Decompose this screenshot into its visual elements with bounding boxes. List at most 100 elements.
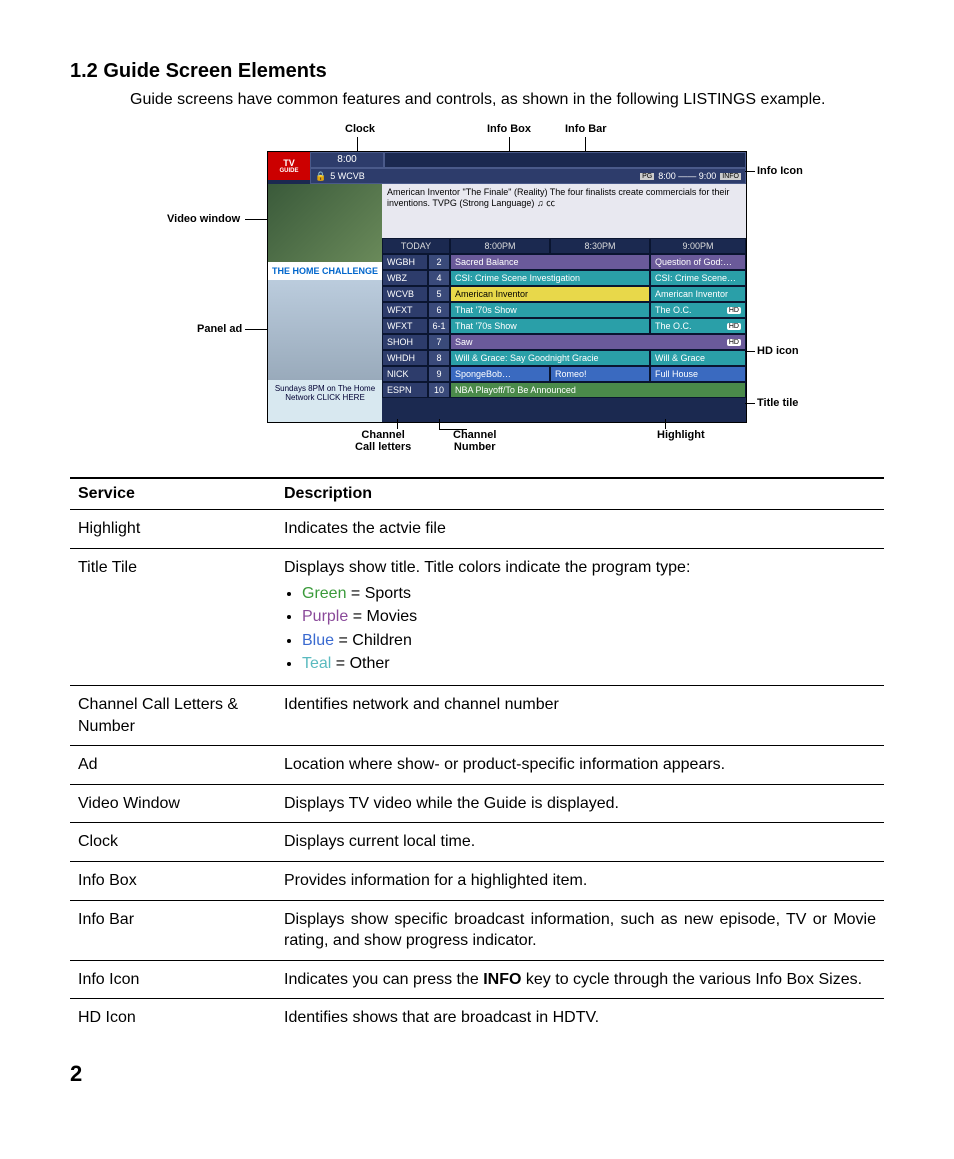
callout-infobox: Info Box bbox=[487, 123, 531, 135]
service-name: HD Icon bbox=[70, 999, 276, 1037]
grid-header-cell: 8:30PM bbox=[550, 238, 650, 254]
service-description: Displays show title. Title colors indica… bbox=[276, 548, 884, 685]
listing-row: SHOH7Saw bbox=[382, 334, 746, 350]
grid-header-cell: 8:00PM bbox=[450, 238, 550, 254]
service-row: Info IconIndicates you can press the INF… bbox=[70, 960, 884, 999]
info-icon: INFO bbox=[720, 173, 741, 180]
channel-number: 4 bbox=[428, 270, 450, 286]
page-number: 2 bbox=[70, 1061, 884, 1087]
title-tile: That '70s Show bbox=[450, 302, 650, 318]
th-description: Description bbox=[276, 478, 884, 510]
callout-titletile: Title tile bbox=[757, 397, 798, 409]
tvguide-logo: TVGUIDE bbox=[268, 152, 310, 180]
channel-number: 7 bbox=[428, 334, 450, 350]
grid-header-cell: 9:00PM bbox=[650, 238, 746, 254]
service-description: Indicates the actvie file bbox=[276, 510, 884, 549]
service-row: ClockDisplays current local time. bbox=[70, 823, 884, 862]
video-window bbox=[268, 184, 382, 262]
channel-number: 6 bbox=[428, 302, 450, 318]
title-tile: Will & Grace: Say Goodnight Gracie bbox=[450, 350, 650, 366]
listing-row: ESPN10NBA Playoff/To Be Announced bbox=[382, 382, 746, 398]
tv-guide-box: TVGUIDE 8:00 🔒 5 WCVB PG 8:00 —— 9:00 IN… bbox=[267, 151, 747, 423]
panel-ad: THE HOME CHALLENGE Sundays 8PM on The Ho… bbox=[268, 262, 382, 422]
service-name: Highlight bbox=[70, 510, 276, 549]
callout-infoicon: Info Icon bbox=[757, 165, 803, 177]
service-name: Video Window bbox=[70, 784, 276, 823]
service-row: Info BarDisplays show specific broadcast… bbox=[70, 900, 884, 960]
service-description: Location where show- or product-specific… bbox=[276, 746, 884, 785]
channel-call-letters: WCVB bbox=[382, 286, 428, 302]
listing-row: WFXT6That '70s ShowThe O.C. bbox=[382, 302, 746, 318]
title-tile: American Inventor bbox=[650, 286, 746, 302]
intro-paragraph: Guide screens have common features and c… bbox=[130, 89, 884, 111]
service-description: Provides information for a highlighted i… bbox=[276, 861, 884, 900]
service-name: Title Tile bbox=[70, 548, 276, 685]
service-name: Info Box bbox=[70, 861, 276, 900]
service-description: Indicates you can press the INFO key to … bbox=[276, 960, 884, 999]
callout-infobar: Info Bar bbox=[565, 123, 607, 135]
title-tile: Question of God:… bbox=[650, 254, 746, 270]
title-tile: CSI: Crime Scene… bbox=[650, 270, 746, 286]
channel-number: 10 bbox=[428, 382, 450, 398]
channel-call-letters: WFXT bbox=[382, 302, 428, 318]
service-description: Identifies network and channel number bbox=[276, 685, 884, 745]
service-name: Clock bbox=[70, 823, 276, 862]
service-row: HighlightIndicates the actvie file bbox=[70, 510, 884, 549]
callout-channelnumber: Channel Number bbox=[453, 429, 496, 453]
service-row: Info BoxProvides information for a highl… bbox=[70, 861, 884, 900]
service-row: Channel Call Letters & NumberIdentifies … bbox=[70, 685, 884, 745]
service-row: HD IconIdentifies shows that are broadca… bbox=[70, 999, 884, 1037]
channel-number: 8 bbox=[428, 350, 450, 366]
title-tile: Romeo! bbox=[550, 366, 650, 382]
title-tile: The O.C. bbox=[650, 302, 746, 318]
service-row: AdLocation where show- or product-specif… bbox=[70, 746, 884, 785]
title-tile: American Inventor bbox=[450, 286, 650, 302]
service-row: Video WindowDisplays TV video while the … bbox=[70, 784, 884, 823]
channel-call-letters: WGBH bbox=[382, 254, 428, 270]
title-tile: CSI: Crime Scene Investigation bbox=[450, 270, 650, 286]
callout-videowindow: Video window bbox=[167, 213, 240, 225]
listing-row: WCVB5American InventorAmerican Inventor bbox=[382, 286, 746, 302]
service-name: Ad bbox=[70, 746, 276, 785]
guide-clock: 8:00 bbox=[310, 152, 384, 168]
service-description: Displays TV video while the Guide is dis… bbox=[276, 784, 884, 823]
channel-call-letters: WHDH bbox=[382, 350, 428, 366]
service-description: Displays show specific broadcast informa… bbox=[276, 900, 884, 960]
section-heading: 1.2 Guide Screen Elements bbox=[70, 60, 884, 83]
title-tile: Full House bbox=[650, 366, 746, 382]
listings-grid: American Inventor "The Finale" (Reality)… bbox=[382, 184, 746, 422]
title-tile: The O.C. bbox=[650, 318, 746, 334]
channel-call-letters: WFXT bbox=[382, 318, 428, 334]
grid-header-cell: TODAY bbox=[382, 238, 450, 254]
channel-number: 5 bbox=[428, 286, 450, 302]
listing-row: WGBH2Sacred BalanceQuestion of God:… bbox=[382, 254, 746, 270]
channel-number: 2 bbox=[428, 254, 450, 270]
title-tile: Saw bbox=[450, 334, 746, 350]
guide-figure: Clock Info Box Info Bar TVGUIDE 8:00 🔒 5… bbox=[117, 123, 837, 463]
service-row: Title TileDisplays show title. Title col… bbox=[70, 548, 884, 685]
title-tile: SpongeBob… bbox=[450, 366, 550, 382]
callout-clock: Clock bbox=[345, 123, 375, 135]
service-table: Service Description HighlightIndicates t… bbox=[70, 477, 884, 1037]
service-description: Identifies shows that are broadcast in H… bbox=[276, 999, 884, 1037]
infobar-time: 8:00 —— 9:00 bbox=[658, 171, 716, 181]
service-description: Displays current local time. bbox=[276, 823, 884, 862]
service-name: Info Bar bbox=[70, 900, 276, 960]
listing-row: NICK9SpongeBob…Romeo!Full House bbox=[382, 366, 746, 382]
title-tile: NBA Playoff/To Be Announced bbox=[450, 382, 746, 398]
callout-highlight: Highlight bbox=[657, 429, 705, 441]
service-name: Info Icon bbox=[70, 960, 276, 999]
channel-call-letters: WBZ bbox=[382, 270, 428, 286]
callout-callletters: Channel Call letters bbox=[355, 429, 411, 453]
callout-panelad: Panel ad bbox=[197, 323, 242, 335]
listing-row: WFXT6-1That '70s ShowThe O.C. bbox=[382, 318, 746, 334]
info-box: American Inventor "The Finale" (Reality)… bbox=[382, 184, 746, 238]
title-tile: Will & Grace bbox=[650, 350, 746, 366]
title-tile: Sacred Balance bbox=[450, 254, 650, 270]
listing-row: WBZ4CSI: Crime Scene InvestigationCSI: C… bbox=[382, 270, 746, 286]
guide-infobar: 🔒 5 WCVB PG 8:00 —— 9:00 INFO bbox=[310, 168, 746, 184]
infobar-channel: 5 WCVB bbox=[330, 171, 365, 181]
channel-call-letters: NICK bbox=[382, 366, 428, 382]
listing-row: WHDH8Will & Grace: Say Goodnight GracieW… bbox=[382, 350, 746, 366]
service-name: Channel Call Letters & Number bbox=[70, 685, 276, 745]
